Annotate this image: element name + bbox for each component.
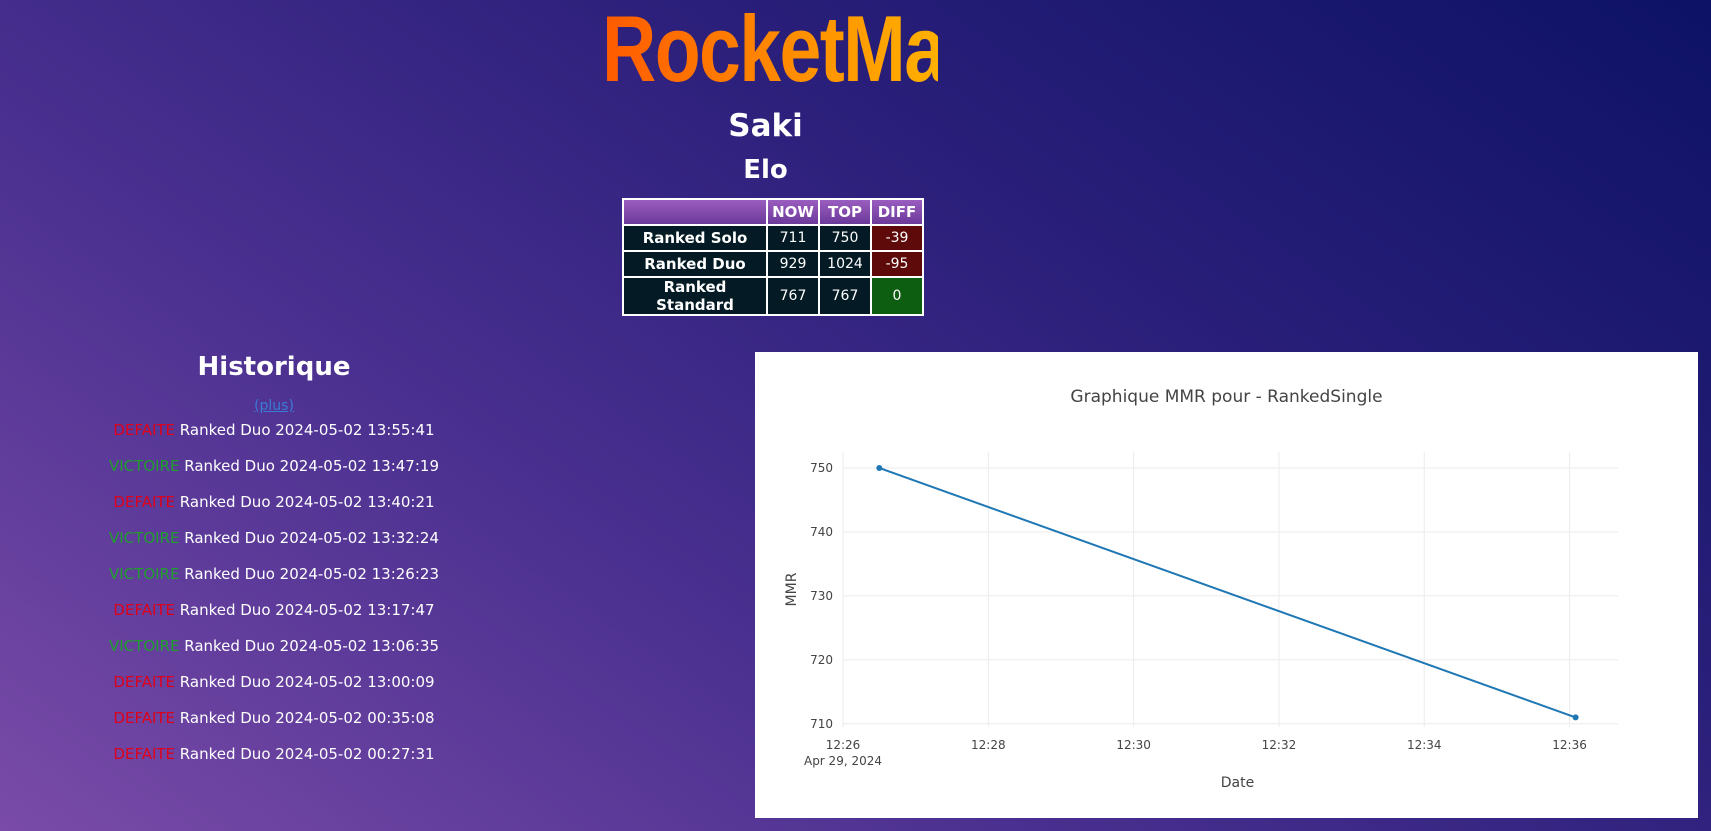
elo-row-label: Ranked Duo xyxy=(622,250,768,278)
history-item: DEFAITE Ranked Duo 2024-05-02 00:35:08 xyxy=(0,708,548,744)
mmr-chart: Graphique MMR pour - RankedSingle 710 720… xyxy=(755,352,1698,818)
elo-row-label: Ranked Standard xyxy=(622,276,768,316)
history-match-info: Ranked Duo 2024-05-02 00:27:31 xyxy=(175,745,435,763)
elo-top-value: 767 xyxy=(818,276,872,316)
history-item: VICTOIRE Ranked Duo 2024-05-02 13:32:24 xyxy=(0,528,548,564)
elo-row: Ranked Solo 711 750 -39 xyxy=(622,224,924,252)
history-result: DEFAITE xyxy=(113,745,176,763)
chart-plot: 710 720 730 740 750 12:26 12:28 12:30 12:32 12:34… xyxy=(784,452,1618,791)
elo-top-value: 750 xyxy=(818,224,872,252)
elo-now-value: 711 xyxy=(766,224,820,252)
history-match-info: Ranked Duo 2024-05-02 13:17:47 xyxy=(175,601,435,619)
history-result: DEFAITE xyxy=(113,493,176,511)
history-list: DEFAITE Ranked Duo 2024-05-02 13:55:41 VI… xyxy=(0,420,548,780)
history-item: VICTOIRE Ranked Duo 2024-05-02 13:06:35 xyxy=(0,636,548,672)
history-title: Historique xyxy=(197,352,351,382)
elo-header-diff: DIFF xyxy=(870,198,924,226)
history-match-info: Ranked Duo 2024-05-02 13:26:23 xyxy=(179,565,439,583)
elo-row-label: Ranked Solo xyxy=(622,224,768,252)
elo-diff-value: -95 xyxy=(870,250,924,278)
y-tick-label: 720 xyxy=(810,653,833,667)
data-point xyxy=(876,464,883,471)
x-tick-label: 12:28 xyxy=(971,738,1006,752)
history-match-info: Ranked Duo 2024-05-02 13:55:41 xyxy=(175,421,435,439)
elo-header-corner xyxy=(622,198,768,226)
y-tick-label: 750 xyxy=(810,461,833,475)
x-tick-label: 12:26 xyxy=(826,738,861,752)
history-result: VICTOIRE xyxy=(109,637,180,655)
elo-diff-value: -39 xyxy=(870,224,924,252)
elo-now-value: 767 xyxy=(766,276,820,316)
history-result: DEFAITE xyxy=(113,421,176,439)
elo-row: Ranked Duo 929 1024 -95 xyxy=(622,250,924,278)
elo-top-value: 1024 xyxy=(818,250,872,278)
history-more-link[interactable]: (plus) xyxy=(0,398,548,414)
history-match-info: Ranked Duo 2024-05-02 00:35:08 xyxy=(175,709,435,727)
x-axis-label: Date xyxy=(1221,775,1254,791)
y-tick-label: 730 xyxy=(810,589,833,603)
history-match-info: Ranked Duo 2024-05-02 13:47:19 xyxy=(179,457,439,475)
elo-header-top: TOP xyxy=(818,198,872,226)
elo-section-title: Elo xyxy=(743,155,788,185)
elo-table: NOW TOP DIFF Ranked Solo 711 750 -39 Ranked … xyxy=(622,198,924,316)
history-item: VICTOIRE Ranked Duo 2024-05-02 13:47:19 xyxy=(0,456,548,492)
history-item: DEFAITE Ranked Duo 2024-05-02 13:55:41 xyxy=(0,420,548,456)
history-result: VICTOIRE xyxy=(109,565,180,583)
history-item: DEFAITE Ranked Duo 2024-05-02 00:27:31 xyxy=(0,744,548,780)
x-tick-label: 12:34 xyxy=(1407,738,1442,752)
y-tick-label: 710 xyxy=(810,717,833,731)
history-result: DEFAITE xyxy=(113,673,176,691)
data-point xyxy=(1572,714,1579,721)
history-match-info: Ranked Duo 2024-05-02 13:06:35 xyxy=(179,637,439,655)
elo-row: Ranked Standard 767 767 0 xyxy=(622,276,924,316)
x-tick-label: 12:32 xyxy=(1262,738,1297,752)
history-item: DEFAITE Ranked Duo 2024-05-02 13:40:21 xyxy=(0,492,548,528)
player-name: Saki xyxy=(728,108,803,144)
history-match-info: Ranked Duo 2024-05-02 13:00:09 xyxy=(175,673,435,691)
history-result: DEFAITE xyxy=(113,709,176,727)
history-match-info: Ranked Duo 2024-05-02 13:32:24 xyxy=(179,529,439,547)
history-result: VICTOIRE xyxy=(109,457,180,475)
elo-now-value: 929 xyxy=(766,250,820,278)
y-tick-label: 740 xyxy=(810,525,833,539)
elo-header-now: NOW xyxy=(766,198,820,226)
history-match-info: Ranked Duo 2024-05-02 13:40:21 xyxy=(175,493,435,511)
elo-table-header: NOW TOP DIFF xyxy=(622,198,924,226)
y-axis-label: MMR xyxy=(784,572,800,606)
elo-diff-value: 0 xyxy=(870,276,924,316)
history-item: VICTOIRE Ranked Duo 2024-05-02 13:26:23 xyxy=(0,564,548,600)
history-result: DEFAITE xyxy=(113,601,176,619)
x-tick-label: 12:36 xyxy=(1552,738,1587,752)
app-logo: RocketMax xyxy=(602,0,986,101)
history-result: VICTOIRE xyxy=(109,529,180,547)
x-date-label: Apr 29, 2024 xyxy=(804,754,882,768)
x-tick-label: 12:30 xyxy=(1116,738,1151,752)
series-line xyxy=(878,467,1576,719)
history-item: DEFAITE Ranked Duo 2024-05-02 13:00:09 xyxy=(0,672,548,708)
history-item: DEFAITE Ranked Duo 2024-05-02 13:17:47 xyxy=(0,600,548,636)
